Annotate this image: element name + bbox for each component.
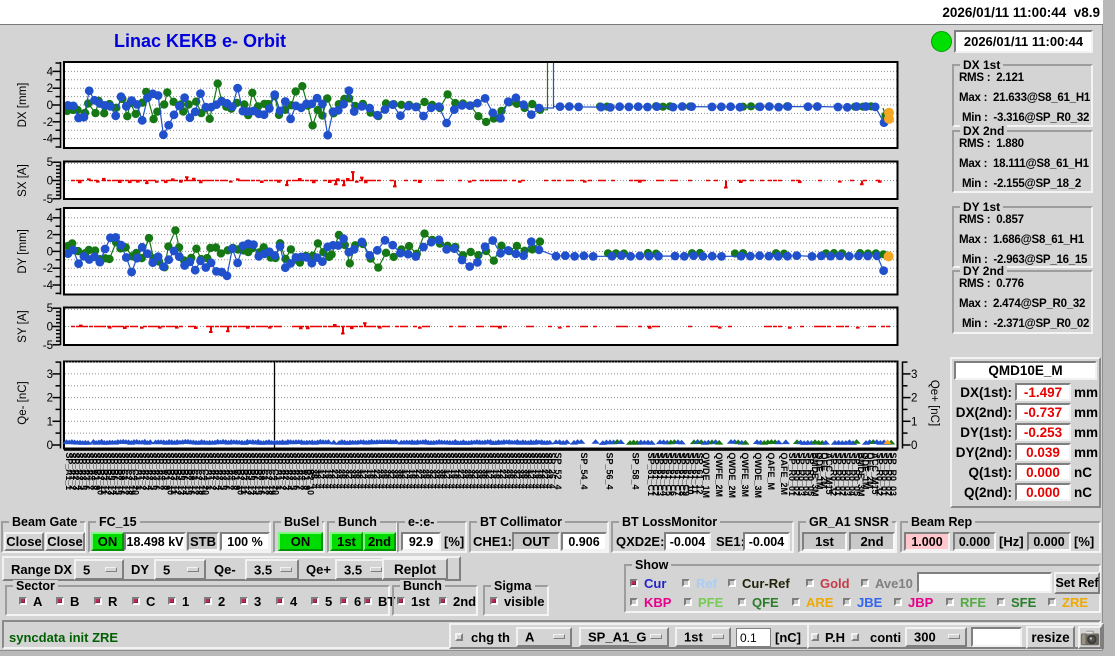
svg-text:QWDE_2M: QWDE_2M	[727, 453, 737, 499]
svg-text:SP_52_4: SP_52_4	[553, 453, 563, 490]
svg-text:2: 2	[47, 230, 53, 242]
svg-text:QWFE_2M: QWFE_2M	[714, 453, 724, 498]
svg-text:4: 4	[47, 66, 54, 78]
svg-text:QWDE_1M: QWDE_1M	[701, 453, 711, 499]
svg-text:0: 0	[47, 440, 53, 452]
svg-text:2: 2	[47, 83, 53, 95]
svg-text:1: 1	[47, 416, 53, 428]
svg-text:QWFE_3M: QWFE_3M	[740, 453, 750, 498]
svg-text:0: 0	[47, 176, 53, 188]
svg-text:2: 2	[47, 393, 53, 405]
svg-text:3: 3	[911, 369, 917, 381]
svg-text:4: 4	[47, 213, 54, 225]
svg-text:0: 0	[47, 322, 53, 334]
svg-text:-2: -2	[43, 117, 53, 129]
svg-text:-4: -4	[43, 280, 54, 292]
svg-text:0: 0	[47, 100, 53, 112]
svg-text:3: 3	[47, 369, 53, 381]
svg-text:DY [mm]: DY [mm]	[17, 229, 29, 274]
svg-text:QWDE_3M: QWDE_3M	[753, 453, 763, 499]
svg-text:SP_R0_03: SP_R0_03	[888, 453, 898, 497]
svg-text:SP_54_4: SP_54_4	[579, 453, 589, 490]
svg-text:-5: -5	[43, 194, 53, 206]
svg-text:5: 5	[47, 303, 53, 315]
svg-text:1: 1	[911, 416, 917, 428]
svg-text:SX [A]: SX [A]	[17, 164, 29, 197]
svg-text:SP_56_4: SP_56_4	[605, 453, 615, 490]
svg-text:DX [mm]: DX [mm]	[17, 83, 29, 128]
svg-text:Qe+ [nC]: Qe+ [nC]	[928, 380, 940, 426]
svg-text:5: 5	[47, 157, 53, 169]
svg-text:QAFE_M: QAFE_M	[766, 453, 776, 491]
svg-text:-2: -2	[43, 263, 53, 275]
svg-text:SY [A]: SY [A]	[17, 310, 29, 342]
svg-text:-4: -4	[43, 134, 54, 146]
svg-text:0: 0	[911, 440, 917, 452]
svg-text:Qe- [nC]: Qe- [nC]	[17, 381, 29, 424]
svg-text:SP_58_4: SP_58_4	[630, 453, 640, 490]
svg-text:-5: -5	[43, 340, 53, 352]
svg-text:2: 2	[911, 393, 917, 405]
svg-text:0: 0	[47, 246, 53, 258]
